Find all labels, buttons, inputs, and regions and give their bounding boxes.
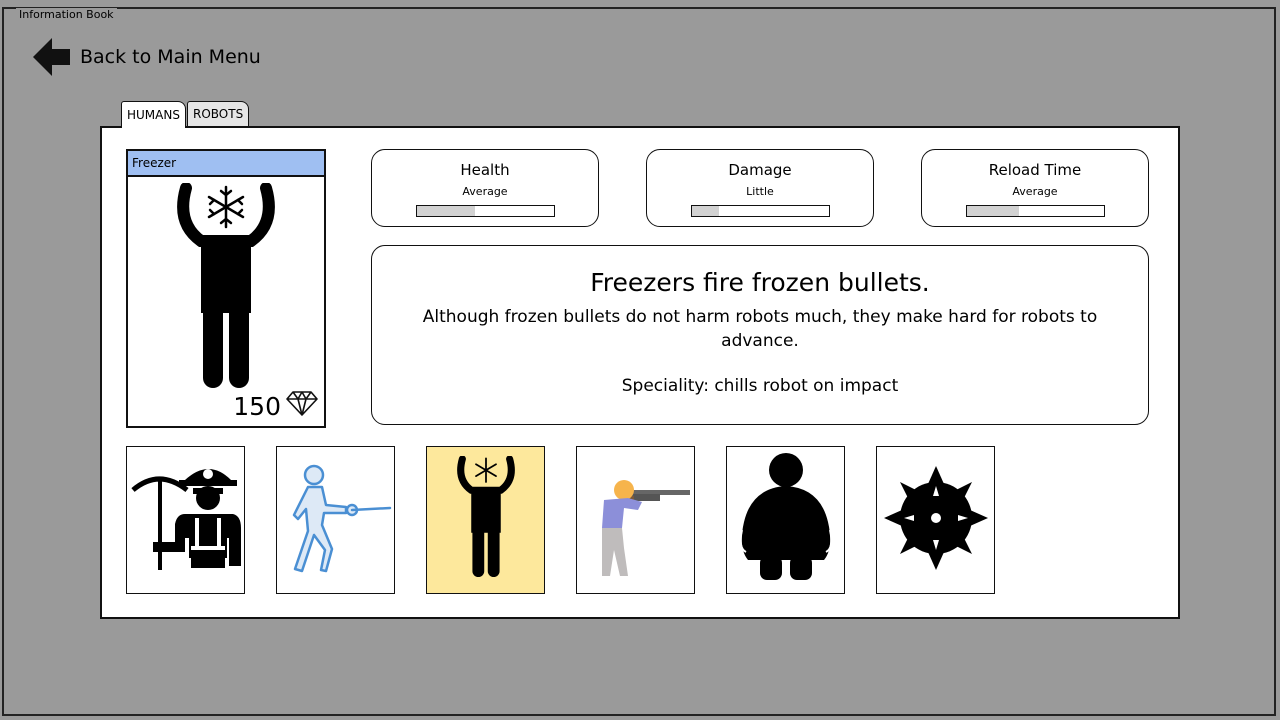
cost-value: 150 [233,391,281,421]
stat-name: Reload Time [988,161,1082,179]
stat-name: Damage [728,161,792,179]
stat-reload-time: Reload Time Average [921,149,1149,227]
heavy-man-icon [734,452,838,588]
tab-robots[interactable]: ROBOTS [187,101,250,127]
diamond-icon [281,390,318,422]
stat-name: Health [460,161,510,179]
window-title: Information Book [16,8,117,21]
stat-bar-fill [417,206,475,216]
stat-level: Average [1012,185,1058,198]
miner-icon [129,458,243,582]
unit-thumb-rifleman[interactable] [576,446,695,594]
rifleman-icon [580,458,692,582]
unit-thumb-spiked-mine[interactable] [876,446,995,594]
back-to-main-menu-button[interactable]: Back to Main Menu [30,36,261,78]
description-speciality: Speciality: chills robot on impact [621,376,899,396]
spiked-mine-icon [883,466,988,574]
description-title: Freezers fire frozen bullets. [590,268,930,297]
stat-level: Average [462,185,508,198]
stat-bar [691,205,830,217]
fencer-icon [280,453,392,587]
unit-thumb-fencer[interactable] [276,446,395,594]
unit-thumb-heavy-man[interactable] [726,446,845,594]
freezer-icon [176,182,276,397]
stat-bar-fill [967,206,1020,216]
tab-humans[interactable]: HUMANS [121,101,186,128]
stat-bar [966,205,1105,217]
stat-level: Little [746,185,774,198]
stat-bar [416,205,555,217]
description-box: Freezers fire frozen bullets. Although f… [371,245,1149,425]
description-body: Although frozen bullets do not harm robo… [422,307,1098,351]
stat-bar-fill [692,206,720,216]
unit-thumb-miner[interactable] [126,446,245,594]
unit-card: Freezer 150 [126,149,326,428]
arrow-left-icon [30,36,72,78]
unit-thumb-freezer[interactable] [426,446,545,594]
unit-cost: 150 [233,390,318,422]
freezer-icon [456,455,516,584]
stat-health: Health Average [371,149,599,227]
stat-damage: Damage Little [646,149,874,227]
unit-name: Freezer [128,151,324,177]
back-label: Back to Main Menu [80,46,261,68]
